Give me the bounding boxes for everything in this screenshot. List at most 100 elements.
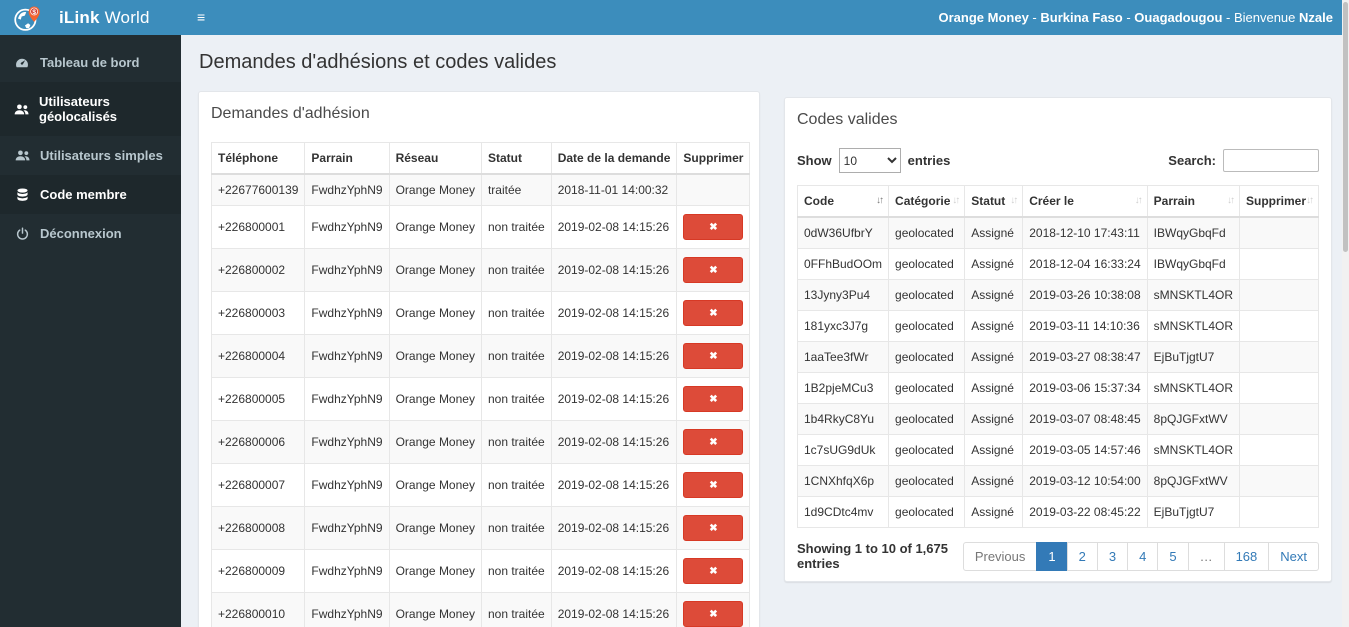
telephone-cell: +226800001 [210, 205, 306, 249]
code-cell: 1c7sUG9dUk [796, 434, 890, 466]
dashboard-icon [14, 56, 30, 70]
previous-page-button[interactable]: Previous [962, 541, 1038, 571]
sidebar-item-label: Déconnexion [40, 226, 122, 241]
delete-button[interactable]: ✖ [683, 515, 744, 541]
column-header-date-de-la-demande: Date de la demande [550, 142, 678, 175]
datatable-footer: Showing 1 to 10 of 1,675 entries Previou… [797, 541, 1319, 571]
delete-button[interactable]: ✖ [683, 429, 744, 455]
categorie-cell: geolocated [888, 216, 966, 249]
code-row: 0FFhBudOOm geolocated Assigné 2018-12-04 16… [796, 248, 1319, 280]
parrain-cell: FwdhzYphN9 [304, 463, 390, 507]
column-header-categorie[interactable]: ↓↑ Catégorie [888, 185, 966, 218]
delete-button[interactable]: ✖ [683, 214, 744, 240]
delete-button[interactable]: ✖ [683, 343, 744, 369]
column-header-reseau: Réseau [388, 142, 482, 175]
entries-select[interactable]: 10 [838, 148, 901, 173]
statut-cell: Assigné [964, 279, 1024, 311]
code-cell: 1aaTee3fWr [796, 341, 890, 373]
page-button[interactable]: 2 [1066, 541, 1098, 571]
date-cell: 2019-02-08 14:15:26 [550, 248, 678, 292]
page-button[interactable]: 4 [1127, 541, 1159, 571]
code-row: 181yxc3J7g geolocated Assigné 2019-03-11 14… [796, 310, 1319, 342]
brand-logo[interactable]: $ iLink World [0, 0, 181, 35]
categorie-cell: geolocated [888, 279, 966, 311]
parrain-cell: FwdhzYphN9 [304, 291, 390, 335]
sort-icon: ↓↑ [1227, 195, 1235, 206]
adhesions-panel: Demandes d'adhésion Téléphone Parrain Rése… [198, 91, 760, 627]
codes-header-row: ↓↑ Code ↓↑ Catégorie ↓↑ Statut ↓↑ Créer le ↓↑ Par… [796, 185, 1319, 218]
supprimer-cell [1239, 465, 1319, 497]
delete-button[interactable]: ✖ [683, 472, 744, 498]
sidebar-item-utilisateurs-simples[interactable]: Utilisateurs simples [0, 136, 181, 175]
column-label: Créer le [1029, 194, 1074, 208]
search-input[interactable] [1223, 149, 1319, 172]
creer-le-cell: 2019-03-07 08:48:45 [1022, 403, 1148, 435]
telephone-cell: +226800009 [210, 549, 306, 593]
statut-cell: Assigné [964, 496, 1024, 528]
page-button[interactable]: 3 [1096, 541, 1129, 571]
search-label: Search: [1168, 153, 1216, 168]
sidebar-item-code-membre[interactable]: Code membre [0, 175, 181, 214]
statut-cell: non traitée [480, 291, 552, 335]
delete-button[interactable]: ✖ [683, 257, 744, 283]
telephone-cell: +226800002 [210, 248, 306, 292]
statut-cell: non traitée [480, 377, 552, 421]
statut-cell: non traitée [480, 549, 552, 593]
sidebar-item-utilisateurs-geolocalises[interactable]: Utilisateurs géolocalisés [0, 82, 181, 136]
sidebar-item-tableau-de-bord[interactable]: Tableau de bord [0, 43, 181, 82]
delete-button[interactable]: ✖ [683, 300, 744, 326]
delete-button[interactable]: ✖ [683, 386, 744, 412]
adhesion-row: +226800002 FwdhzYphN9 Orange Money non trai… [210, 248, 751, 292]
reseau-cell: Orange Money [388, 506, 482, 550]
sidebar-item-deconnexion[interactable]: Déconnexion [0, 214, 181, 253]
delete-button[interactable]: ✖ [683, 558, 744, 584]
codes-panel-title: Codes valides [797, 111, 898, 128]
scrollbar-thumb[interactable] [1343, 2, 1348, 252]
page-button[interactable]: 1 [1036, 541, 1068, 571]
page-button[interactable]: 5 [1157, 541, 1189, 571]
column-header-creer-le[interactable]: ↓↑ Créer le [1022, 185, 1148, 218]
parrain-cell: EjBuTjgtU7 [1146, 341, 1241, 373]
page-button[interactable]: 168 [1223, 541, 1270, 571]
column-header-telephone: Téléphone [210, 142, 306, 175]
column-header-statut[interactable]: ↓↑ Statut [964, 185, 1024, 218]
column-label: Parrain [1153, 194, 1196, 208]
supprimer-cell: ✖ [676, 420, 751, 464]
vertical-scrollbar[interactable] [1342, 0, 1349, 627]
code-row: 1c7sUG9dUk geolocated Assigné 2019-03-05 14… [796, 434, 1319, 466]
supprimer-cell [1239, 341, 1319, 373]
supprimer-cell: ✖ [676, 291, 751, 335]
column-header-parrain[interactable]: ↓↑ Parrain [1146, 185, 1241, 218]
parrain-cell: 8pQJGFxtWV [1146, 465, 1241, 497]
statut-cell: Assigné [964, 403, 1024, 435]
adhesions-header-row: Téléphone Parrain Réseau Statut Date de la d… [210, 142, 751, 175]
adhesions-table-body: +22677600139 FwdhzYphN9 Orange Money traité… [210, 173, 751, 627]
page-title: Demandes d'adhésions et codes valides [199, 51, 557, 73]
statut-cell: non traitée [480, 420, 552, 464]
reseau-cell: Orange Money [388, 173, 482, 206]
supprimer-cell: ✖ [676, 205, 751, 249]
column-header-supprimer[interactable]: ↓↑ Supprimer [1239, 185, 1319, 218]
statut-cell: non traitée [480, 248, 552, 292]
code-cell: 1d9CDtc4mv [796, 496, 890, 528]
sort-icon: ↓↑ [1306, 195, 1314, 206]
adhesion-row: +226800004 FwdhzYphN9 Orange Money non trai… [210, 334, 751, 378]
adhesions-table: Téléphone Parrain Réseau Statut Date de la d… [210, 142, 751, 627]
adhesion-row: +226800010 FwdhzYphN9 Orange Money non trai… [210, 592, 751, 627]
code-cell: 13Jyny3Pu4 [796, 279, 890, 311]
delete-button[interactable]: ✖ [683, 601, 744, 627]
column-label: Code [804, 194, 834, 208]
next-page-button[interactable]: Next [1268, 541, 1319, 571]
column-header-code[interactable]: ↓↑ Code [796, 185, 890, 218]
parrain-cell: IBWqyGbqFd [1146, 216, 1241, 249]
date-cell: 2019-02-08 14:15:26 [550, 549, 678, 593]
categorie-cell: geolocated [888, 372, 966, 404]
reseau-cell: Orange Money [388, 420, 482, 464]
telephone-cell: +226800005 [210, 377, 306, 421]
sidebar-toggle-hamburger-icon[interactable]: ≡ [181, 0, 221, 35]
supprimer-cell [1239, 496, 1319, 528]
code-cell: 1CNXhfqX6p [796, 465, 890, 497]
reseau-cell: Orange Money [388, 377, 482, 421]
telephone-cell: +226800004 [210, 334, 306, 378]
column-label: Supprimer [1246, 194, 1307, 208]
